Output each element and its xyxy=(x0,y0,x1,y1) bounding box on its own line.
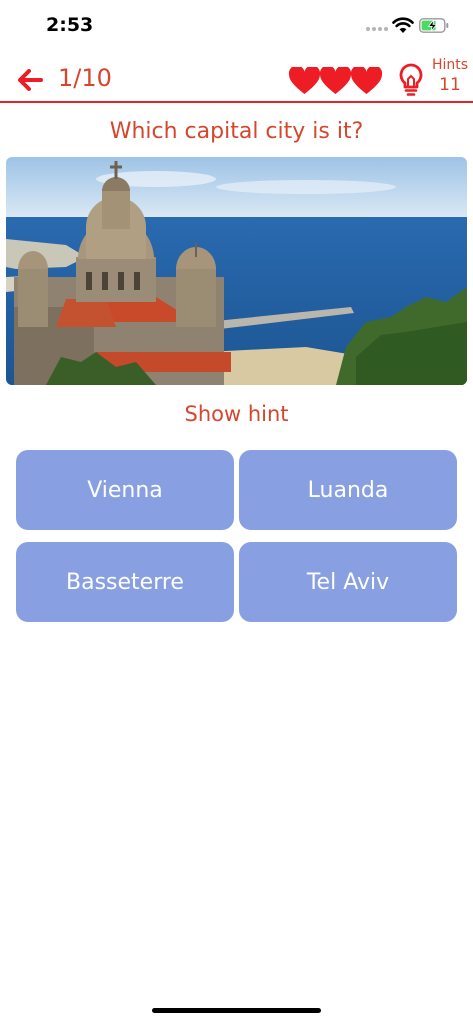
city-photo xyxy=(6,157,467,385)
lightbulb-icon[interactable] xyxy=(398,63,424,97)
battery-charging-icon xyxy=(419,18,449,33)
heart-icon xyxy=(320,67,351,95)
hints-label: Hints xyxy=(432,57,469,73)
home-indicator[interactable] xyxy=(152,1008,321,1013)
answer-button-tel-aviv[interactable]: Tel Aviv xyxy=(239,542,457,622)
hints-count: 11 xyxy=(439,75,461,95)
question-progress: 1/10 xyxy=(58,64,112,92)
question-text: Which capital city is it? xyxy=(109,119,364,144)
show-hint-link[interactable]: Show hint xyxy=(0,402,473,426)
nav-divider xyxy=(0,101,473,103)
answer-button-luanda[interactable]: Luanda xyxy=(239,450,457,530)
arrow-left-icon xyxy=(18,69,43,91)
back-button[interactable] xyxy=(16,66,44,94)
answer-button-basseterre[interactable]: Basseterre xyxy=(16,542,234,622)
lives-indicator xyxy=(289,67,382,95)
heart-icon xyxy=(289,67,320,95)
status-bar: 2:53 xyxy=(0,0,473,50)
answer-button-vienna[interactable]: Vienna xyxy=(16,450,234,530)
wifi-icon xyxy=(392,17,414,33)
heart-icon xyxy=(351,67,382,95)
cellular-signal-icon xyxy=(366,27,388,33)
status-time: 2:53 xyxy=(46,14,94,36)
